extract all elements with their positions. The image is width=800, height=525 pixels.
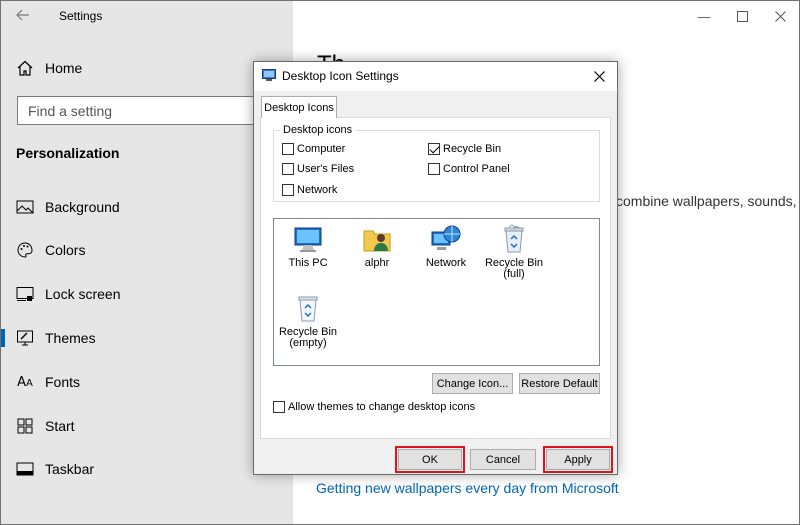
network-icon [431,225,461,250]
checkbox-label: Recycle Bin [443,143,502,155]
monitor-lock-icon [15,284,35,304]
sidebar-item-lock-screen[interactable]: Lock screen [1,279,293,309]
dialog-title: Desktop Icon Settings [282,69,399,83]
back-arrow-icon[interactable] [15,7,35,25]
icon-label: Recycle Bin (full) [484,257,544,280]
close-icon[interactable] [761,1,799,32]
restore-default-button[interactable]: Restore Default [519,373,600,394]
sidebar-item-label: Colors [45,242,86,258]
icon-label: Network [425,257,467,269]
picture-icon [15,197,35,217]
allow-themes-checkbox[interactable]: Allow themes to change desktop icons [273,401,475,413]
icon-item-user-folder[interactable]: alphr [344,223,410,269]
nav-home[interactable]: Home [15,57,82,79]
recycle-bin-full-icon [504,224,524,253]
group-label: Desktop icons [280,124,356,136]
checkbox-box[interactable] [282,143,294,155]
checkbox-label: User's Files [297,163,355,175]
checkbox-label: Computer [297,143,346,155]
desktop-icon-list[interactable]: This PC alphr Network Recycle Bin (full)… [273,218,600,366]
sidebar-item-fonts[interactable]: AA Fonts [1,367,293,397]
search-input[interactable]: Find a setting [17,96,283,125]
icon-item-recycle-bin-empty[interactable]: Recycle Bin (empty) [275,292,341,349]
dialog-close-icon[interactable] [589,66,609,86]
user-folder-icon [363,230,391,252]
checkbox-label: Allow themes to change desktop icons [288,401,476,413]
checkbox-box[interactable] [282,163,294,175]
tab-desktop-icons[interactable]: Desktop Icons [261,96,337,118]
sidebar-item-label: Start [45,418,75,434]
icon-label: alphr [364,257,390,269]
checkbox-box[interactable] [428,143,440,155]
recycle-bin-checkbox[interactable]: Recycle Bin [428,143,501,155]
themes-description: combine wallpapers, sounds, [616,193,797,209]
checkbox-label: Network [297,184,338,196]
desktop-icon-settings-dialog: Desktop Icon Settings Desktop Icons Desk… [253,61,618,475]
dialog-titlebar: Desktop Icon Settings [254,62,617,91]
checkbox-box[interactable] [273,401,285,413]
ok-button[interactable]: OK [395,446,465,473]
wallpapers-link[interactable]: Getting new wallpapers every day from Mi… [316,480,619,496]
sidebar-item-taskbar[interactable]: Taskbar [1,454,293,484]
settings-sidebar: Settings Home Find a setting Personaliza… [1,1,293,524]
minimize-icon[interactable]: — [685,1,723,32]
sidebar-item-colors[interactable]: Colors [1,235,293,265]
section-title: Personalization [16,145,120,161]
computer-checkbox[interactable]: Computer [282,143,345,155]
recycle-bin-empty-icon [298,296,318,322]
taskbar-icon [15,459,35,479]
icon-label: Recycle Bin (empty) [278,326,338,349]
home-icon [15,58,35,78]
maximize-icon[interactable] [723,1,761,32]
desktop-icons-group: Desktop icons Computer Recycle Bin User'… [273,124,600,202]
sidebar-item-label: Background [45,199,120,215]
sidebar-item-background[interactable]: Background [1,192,293,222]
checkbox-label: Control Panel [443,163,510,175]
window-controls: — [685,1,799,32]
brush-icon [15,328,35,348]
palette-icon [15,240,35,260]
sidebar-item-label: Themes [45,330,96,346]
network-checkbox[interactable]: Network [282,184,337,196]
icon-label: This PC [288,257,328,269]
checkbox-box[interactable] [428,163,440,175]
font-icon: AA [17,374,33,390]
tab-panel: Desktop icons Computer Recycle Bin User'… [260,117,611,439]
checkbox-box[interactable] [282,184,294,196]
sidebar-item-label: Lock screen [45,286,121,302]
app-title: Settings [59,9,103,23]
control-panel-checkbox[interactable]: Control Panel [428,163,510,175]
icon-item-network[interactable]: Network [413,223,479,269]
icon-item-recycle-bin-full[interactable]: Recycle Bin (full) [481,223,547,280]
sidebar-item-themes[interactable]: Themes [1,323,293,353]
sidebar-item-label: Fonts [45,374,81,390]
search-placeholder: Find a setting [28,102,113,119]
icon-item-this-pc[interactable]: This PC [275,223,341,269]
nav-home-label: Home [45,60,83,76]
start-grid-icon [15,416,35,436]
sidebar-item-start[interactable]: Start [1,411,293,441]
users-files-checkbox[interactable]: User's Files [282,163,354,175]
change-icon-button[interactable]: Change Icon... [432,373,513,394]
sidebar-item-label: Taskbar [45,461,95,477]
apply-button[interactable]: Apply [543,446,613,473]
cancel-button[interactable]: Cancel [470,449,536,470]
this-pc-icon [294,227,322,252]
desktop-settings-icon [262,69,276,82]
